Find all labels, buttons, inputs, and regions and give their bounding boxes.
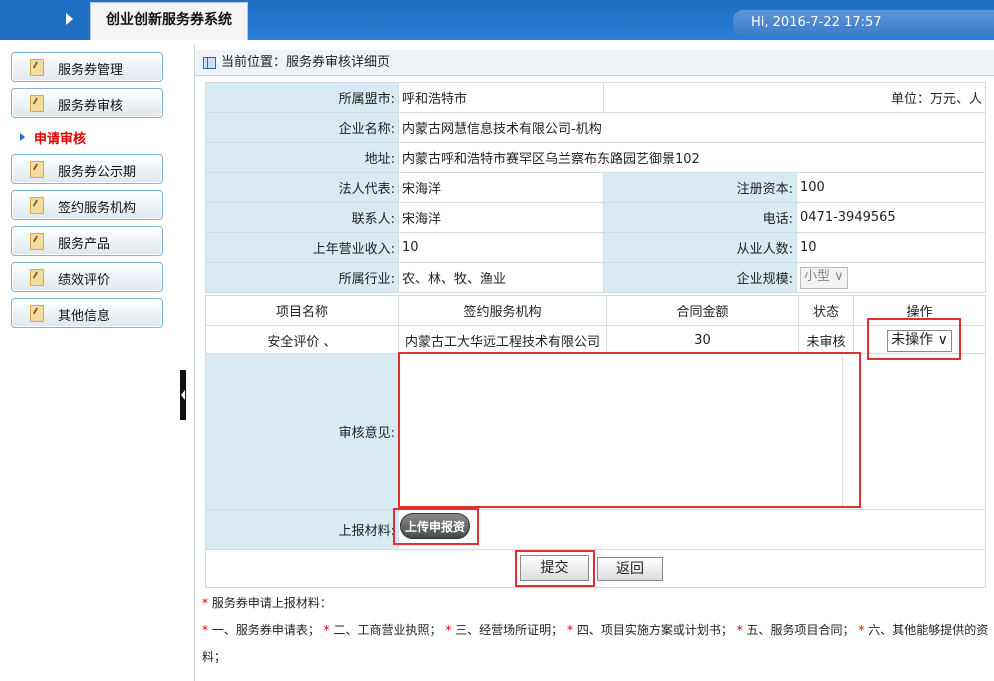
menu-toggle[interactable] xyxy=(0,0,90,40)
notes-item: 三、经营场所证明； xyxy=(455,623,564,637)
employees-label: 从业人数: xyxy=(603,232,797,263)
phone-value: 0471-3949565 xyxy=(795,202,987,233)
document-icon xyxy=(30,197,44,214)
phone-label: 电话: xyxy=(603,202,797,233)
materials-cell xyxy=(398,509,986,550)
sidebar-subitem-application-review[interactable]: 申请审核 xyxy=(20,128,87,147)
status-cell: 未审核 xyxy=(798,325,854,356)
book-icon xyxy=(203,57,216,69)
company-value: 内蒙古网慧信息技术有限公司-机构 xyxy=(397,112,987,143)
back-button[interactable]: 返回 xyxy=(597,557,663,581)
league-city-label: 所属盟市: xyxy=(205,82,399,113)
highlight-opinion-textarea xyxy=(398,352,861,508)
sidebar-item-performance-evaluation[interactable]: 绩效评价 xyxy=(11,262,163,292)
notes-item: 五、服务项目合同； xyxy=(746,623,855,637)
button-row xyxy=(205,549,986,588)
sidebar-item-label: 签约服务机构 xyxy=(58,201,137,216)
breadcrumb-text: 当前位置：服务券审核详细页 xyxy=(221,55,391,70)
header-status: 状态 xyxy=(798,295,854,326)
materials-notes: * 服务券申请上报材料： * 一、服务券申请表； * 二、工商营业执照； * 三… xyxy=(202,590,992,671)
caret-right-icon xyxy=(20,133,25,141)
notes-item: 二、工商营业执照； xyxy=(333,623,442,637)
top-bar: 创业创新服务券系统 Hi, 2016-7-22 17:57 xyxy=(0,0,994,40)
industry-value: 农、林、牧、渔业 xyxy=(398,262,604,293)
sidebar-item-label: 服务券管理 xyxy=(58,63,124,78)
header-project-name: 项目名称 xyxy=(205,295,399,326)
sidebar-item-voucher-review[interactable]: 服务券审核 xyxy=(11,88,163,118)
header-agency: 签约服务机构 xyxy=(398,295,607,326)
employees-value: 10 xyxy=(795,232,987,263)
revenue-label: 上年营业收入: xyxy=(205,232,399,263)
required-star: * xyxy=(202,596,208,610)
notes-item: 四、项目实施方案或计划书； xyxy=(576,623,733,637)
notes-item: 一、服务券申请表； xyxy=(211,623,320,637)
address-label: 地址: xyxy=(205,142,399,173)
chevron-right-icon xyxy=(66,13,73,25)
sidebar-item-label: 服务券审核 xyxy=(58,99,124,114)
address-value: 内蒙古呼和浩特市赛罕区乌兰察布东路园艺御景102 xyxy=(397,142,987,173)
document-icon xyxy=(30,233,44,250)
materials-label: 上报材料: xyxy=(205,509,399,550)
league-city-value: 呼和浩特市 xyxy=(398,82,604,113)
breadcrumb: 当前位置：服务券审核详细页 xyxy=(195,50,994,76)
agency-cell: 内蒙古工大华远工程技术有限公司 xyxy=(398,325,607,356)
document-icon xyxy=(30,59,44,76)
sidebar-item-label: 服务产品 xyxy=(58,237,111,252)
document-icon xyxy=(30,95,44,112)
capital-value: 100 xyxy=(795,172,987,203)
sidebar-item-other-info[interactable]: 其他信息 xyxy=(11,298,163,328)
unit-text: 单位：万元、人 xyxy=(602,82,987,113)
sidebar-collapse-handle[interactable] xyxy=(180,370,186,420)
contact-value: 宋海洋 xyxy=(398,202,604,233)
scale-cell: 小型 ∨ xyxy=(795,262,987,293)
scale-select[interactable]: 小型 ∨ xyxy=(800,266,848,289)
header-amount: 合同金额 xyxy=(606,295,799,326)
sidebar-item-contracted-agencies[interactable]: 签约服务机构 xyxy=(11,190,163,220)
sidebar-subitem-label: 申请审核 xyxy=(34,132,87,147)
legal-rep-label: 法人代表: xyxy=(205,172,399,203)
document-icon xyxy=(30,305,44,322)
opinion-label: 审核意见: xyxy=(205,353,399,510)
document-icon xyxy=(30,269,44,286)
sidebar-item-label: 其他信息 xyxy=(58,309,111,324)
company-label: 企业名称: xyxy=(205,112,399,143)
scale-select-value: 小型 xyxy=(804,268,831,284)
contact-label: 联系人: xyxy=(205,202,399,233)
sidebar: 服务券管理 服务券审核 申请审核 服务券公示期 签约服务机构 服务产品 绩效评价… xyxy=(0,44,185,681)
capital-label: 注册资本: xyxy=(603,172,797,203)
sidebar-item-label: 服务券公示期 xyxy=(58,165,137,180)
notes-items: * 一、服务券申请表； * 二、工商营业执照； * 三、经营场所证明； * 四、… xyxy=(202,623,989,664)
highlight-action-select xyxy=(867,318,961,360)
chevron-down-icon: ∨ xyxy=(834,268,844,284)
notes-title: * 服务券申请上报材料： xyxy=(202,590,992,617)
industry-label: 所属行业: xyxy=(205,262,399,293)
document-icon xyxy=(30,161,44,178)
revenue-value: 10 xyxy=(398,232,604,263)
scale-label: 企业规模: xyxy=(603,262,797,293)
amount-cell: 30 xyxy=(606,325,799,356)
notes-title-text: 服务券申请上报材料： xyxy=(211,596,332,610)
greeting-text: Hi, 2016-7-22 17:57 xyxy=(733,10,994,36)
detail-form: 所属盟市: 呼和浩特市 单位：万元、人 企业名称: 内蒙古网慧信息技术有限公司-… xyxy=(205,82,987,293)
legal-rep-value: 宋海洋 xyxy=(398,172,604,203)
sidebar-item-label: 绩效评价 xyxy=(58,273,111,288)
system-title-tab[interactable]: 创业创新服务券系统 xyxy=(90,2,248,40)
sidebar-item-voucher-management[interactable]: 服务券管理 xyxy=(11,52,163,82)
sidebar-item-service-products[interactable]: 服务产品 xyxy=(11,226,163,256)
project-name-cell: 安全评价 、 xyxy=(205,325,399,356)
highlight-upload-button xyxy=(393,508,479,545)
highlight-submit-button xyxy=(515,550,595,587)
sidebar-item-publicity-period[interactable]: 服务券公示期 xyxy=(11,154,163,184)
